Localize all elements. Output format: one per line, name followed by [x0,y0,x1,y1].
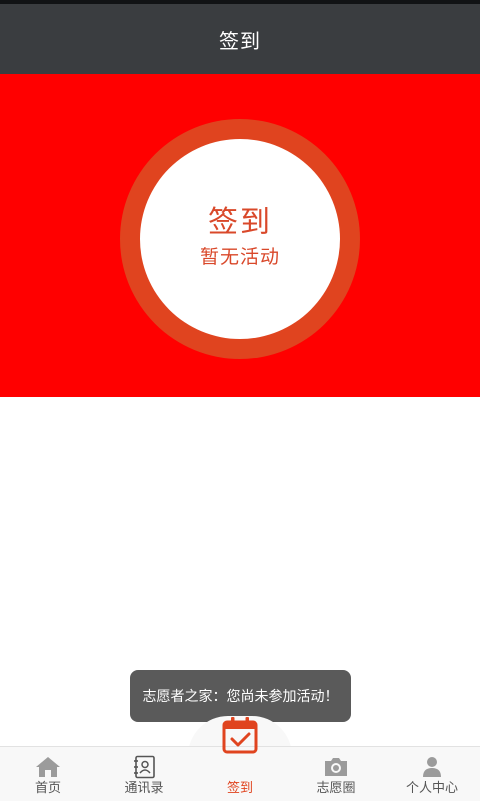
tab-profile-label: 个人中心 [405,781,458,796]
home-icon [34,754,62,780]
tab-home[interactable]: 首页 [0,747,96,801]
tab-checkin-label: 签到 [226,781,253,796]
tab-volunteer-circle-label: 志愿圈 [316,781,356,796]
toast-text: 志愿者之家：您尚未参加活动！ [142,689,339,705]
checkin-button-title: 签到 [208,205,272,240]
toast-message: 志愿者之家：您尚未参加活动！ [130,670,351,722]
tab-contacts-label: 通讯录 [124,781,164,796]
bottom-tab-bar: 首页 通讯录 签到 志愿圈 个人中心 [0,746,480,801]
calendar-check-icon[interactable] [222,716,258,754]
camera-icon [322,754,350,780]
title-bar: 签到 [0,4,480,74]
person-icon [418,754,446,780]
tab-profile[interactable]: 个人中心 [384,747,480,801]
tab-volunteer-circle[interactable]: 志愿圈 [288,747,384,801]
checkin-button[interactable]: 签到 暂无活动 [140,139,340,339]
tab-checkin[interactable]: 签到 [192,747,288,801]
contacts-icon [130,754,158,780]
tab-home-label: 首页 [34,781,61,796]
tab-contacts[interactable]: 通讯录 [96,747,192,801]
checkin-status-text: 暂无活动 [199,246,280,268]
page-title: 签到 [219,28,261,53]
